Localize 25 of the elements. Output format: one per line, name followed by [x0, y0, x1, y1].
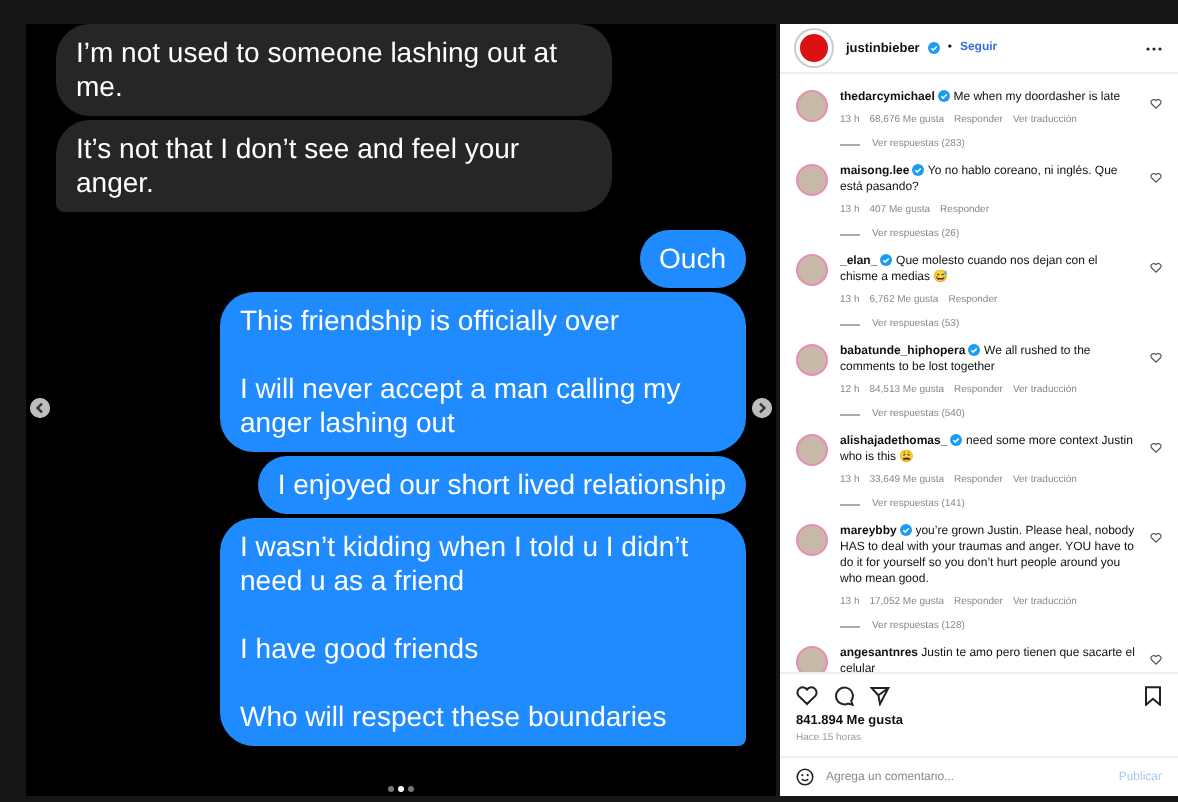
heart-icon[interactable] — [1150, 532, 1162, 544]
heart-icon[interactable] — [1150, 654, 1162, 666]
bookmark-icon[interactable] — [1144, 686, 1162, 706]
profile-avatar[interactable] — [796, 30, 832, 66]
comment-icon[interactable] — [834, 686, 854, 706]
emoji-icon[interactable] — [796, 768, 814, 786]
heart-icon[interactable] — [1150, 98, 1162, 110]
received-message-bubble: It’s not that I don’t see and feel your anger. — [56, 120, 612, 212]
sent-message-bubble: This friendship is officially over I will never accept a man calling my anger lashing out — [220, 292, 746, 452]
heart-icon[interactable] — [1150, 172, 1162, 184]
send-icon[interactable] — [870, 686, 890, 706]
sent-message-bubble: I enjoyed our short lived relationship — [257, 456, 746, 514]
next-arrow-icon[interactable] — [752, 398, 772, 418]
more-options-icon[interactable] — [1146, 45, 1162, 51]
heart-icon[interactable] — [1150, 352, 1162, 364]
received-message-bubble: I’m not used to someone lashing out at me. — [56, 24, 612, 116]
heart-icon[interactable] — [796, 686, 818, 706]
previous-arrow-icon[interactable] — [30, 398, 50, 418]
carousel-dot[interactable] — [408, 786, 414, 792]
sent-message-bubble: I wasn’t kidding when I told u I didn’t need u as a friend I have good friends Who will respect these boundaries — [220, 518, 746, 746]
heart-icon[interactable] — [1150, 262, 1162, 274]
carousel-dot[interactable] — [398, 786, 404, 792]
sent-message-bubble: Ouch — [639, 230, 746, 288]
heart-icon[interactable] — [1150, 442, 1162, 454]
carousel-dot[interactable] — [388, 786, 394, 792]
